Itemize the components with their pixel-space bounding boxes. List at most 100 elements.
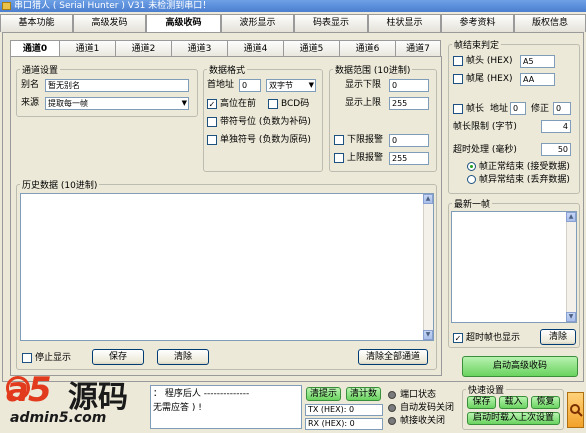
timeout-input[interactable]: 50	[541, 143, 571, 156]
display-upper-label: 显示上限	[345, 98, 382, 108]
frame-tail-label: 帧尾 (HEX)	[466, 74, 513, 84]
tab-copyright[interactable]: 版权信息	[514, 14, 586, 32]
tab-meter[interactable]: 码表显示	[294, 14, 368, 32]
alias-label: 别名	[21, 80, 40, 90]
start-address-label: 首地址	[207, 80, 235, 90]
scroll-up-arrow-icon[interactable]: ▲	[423, 194, 433, 204]
tab-channel-0[interactable]: 通道0	[10, 40, 60, 57]
port-state-label: 端口状态	[400, 390, 437, 400]
logo-brand: a5	[6, 370, 52, 410]
radio-normal-end[interactable]	[467, 162, 476, 171]
frame-end-title: 帧结束判定	[452, 38, 502, 51]
quick-save-button[interactable]: 保存	[467, 396, 496, 409]
tab-channel-1[interactable]: 通道1	[59, 40, 116, 57]
upper-alarm-checkbox[interactable]	[334, 153, 344, 163]
latest-frame-scrollbar[interactable]: ▲ ▼	[566, 212, 576, 322]
separate-sign-checkbox[interactable]	[207, 135, 217, 145]
latest-frame-textarea[interactable]	[451, 211, 577, 323]
clear-count-button[interactable]: 清计数	[346, 387, 381, 401]
start-advanced-receive-button[interactable]: 启动高级收码	[462, 356, 578, 377]
clear-tip-button[interactable]: 清提示	[306, 387, 341, 401]
latest-frame-title: 最新一帧	[452, 197, 493, 210]
upper-alarm-input[interactable]: 255	[389, 152, 429, 165]
signed-checkbox[interactable]	[207, 117, 217, 127]
clear-all-channels-button[interactable]: 清除全部通道	[358, 349, 428, 365]
frame-header-label: 帧头 (HEX)	[466, 56, 513, 66]
tab-channel-7[interactable]: 通道7	[395, 40, 441, 57]
tab-channel-2[interactable]: 通道2	[115, 40, 172, 57]
app-icon	[2, 2, 11, 10]
separate-sign-label: 单独符号 (负数为原码)	[220, 135, 311, 145]
length-limit-label: 帧长限制 (字节)	[453, 122, 517, 132]
frame-correct-label: 修正	[531, 104, 550, 114]
auto-send-led-icon	[388, 404, 396, 412]
signed-label: 带符号位 (负数为补码)	[220, 117, 311, 127]
lower-alarm-input[interactable]: 0	[389, 134, 429, 147]
tab-channel-5[interactable]: 通道5	[283, 40, 340, 57]
frame-address-input[interactable]: 0	[510, 102, 526, 115]
tab-channel-4[interactable]: 通道4	[227, 40, 284, 57]
alias-input[interactable]: 暂无别名	[45, 79, 189, 92]
window-titlebar: 串口猎人 ( Serial Hunter ) V31 未检测到串口！	[0, 0, 586, 12]
source-label: 来源	[21, 98, 40, 108]
quick-settings-title: 快速设置	[466, 383, 507, 396]
tab-basic[interactable]: 基本功能	[0, 14, 73, 32]
tab-waveform[interactable]: 波形显示	[221, 14, 294, 32]
lower-alarm-checkbox[interactable]	[334, 135, 344, 145]
upper-alarm-label: 上限报警	[347, 153, 384, 163]
history-textarea[interactable]	[20, 193, 434, 341]
history-scrollbar[interactable]: ▲ ▼	[423, 194, 433, 340]
radio-abnormal-end[interactable]	[467, 175, 476, 184]
history-save-button[interactable]: 保存	[92, 349, 144, 365]
radio-normal-end-label: 帧正常结束 (接受数据)	[479, 162, 570, 172]
tab-channel-3[interactable]: 通道3	[171, 40, 228, 57]
length-limit-input[interactable]: 4	[541, 120, 571, 133]
source-select[interactable]: 提取每一帧	[45, 97, 189, 110]
bcd-checkbox[interactable]	[268, 99, 278, 109]
channel-tab-bar: 通道0 通道1 通道2 通道3 通道4 通道5 通道6 通道7	[10, 40, 441, 57]
latest-clear-button[interactable]: 清除	[540, 329, 576, 345]
data-range-title: 数据范围 (10进制)	[333, 63, 413, 76]
search-tool-button[interactable]	[567, 392, 584, 428]
tab-bar-display[interactable]: 柱状显示	[368, 14, 441, 32]
frame-address-label: 地址	[490, 104, 509, 114]
tab-advanced-send[interactable]: 高级发码	[73, 14, 146, 32]
quick-restore-button[interactable]: 恢复	[531, 396, 560, 409]
frame-correct-input[interactable]: 0	[553, 102, 571, 115]
frame-tail-checkbox[interactable]	[453, 74, 463, 84]
latest-scroll-down-icon[interactable]: ▼	[566, 312, 576, 322]
lower-alarm-label: 下限报警	[347, 135, 384, 145]
radio-abnormal-end-label: 帧异常结束 (丢弃数据)	[479, 175, 570, 185]
high-first-checkbox[interactable]: ✓	[207, 99, 217, 109]
tab-reference[interactable]: 参考资料	[441, 14, 514, 32]
latest-scroll-up-icon[interactable]: ▲	[566, 212, 576, 222]
display-upper-input[interactable]: 255	[389, 97, 429, 110]
frame-header-input[interactable]: A5	[520, 55, 555, 68]
magnifier-icon	[570, 404, 583, 417]
message-box: ： 程序后人 -------------- 无需应答 ) !	[150, 385, 302, 429]
history-title: 历史数据 (10进制)	[20, 178, 100, 191]
display-lower-input[interactable]: 0	[389, 79, 429, 92]
port-state-led-icon	[388, 391, 396, 399]
stop-display-checkbox[interactable]	[22, 353, 32, 363]
tab-advanced-receive[interactable]: 高级收码	[146, 14, 221, 33]
stop-display-label: 停止显示	[35, 353, 72, 363]
scroll-down-arrow-icon[interactable]: ▼	[423, 330, 433, 340]
frame-header-checkbox[interactable]	[453, 56, 463, 66]
tab-channel-6[interactable]: 通道6	[339, 40, 396, 57]
frame-length-checkbox[interactable]	[453, 104, 463, 114]
load-last-settings-button[interactable]: 启动时载入上次设置	[467, 412, 560, 425]
channel-settings-title: 通道设置	[20, 63, 61, 76]
timeout-display-label: 超时帧也显示	[466, 333, 521, 343]
byte-type-select[interactable]: 双字节	[266, 79, 316, 92]
quick-load-button[interactable]: 载入	[499, 396, 528, 409]
byte-type-value: 双字节	[269, 81, 293, 90]
message-line-2: 无需应答 ) !	[153, 403, 202, 413]
frame-tail-input[interactable]: AA	[520, 73, 555, 86]
start-address-input[interactable]: 0	[239, 79, 261, 92]
history-clear-button[interactable]: 清除	[157, 349, 209, 365]
timeout-display-checkbox[interactable]: ✓	[453, 333, 463, 343]
main-tab-bar: 基本功能 高级发码 高级收码 波形显示 码表显示 柱状显示 参考资料 版权信息	[0, 14, 586, 33]
watermark-logo: a5 源码 admin5.com	[6, 370, 156, 433]
window-title: 串口猎人 ( Serial Hunter ) V31 未检测到串口！	[14, 1, 212, 11]
